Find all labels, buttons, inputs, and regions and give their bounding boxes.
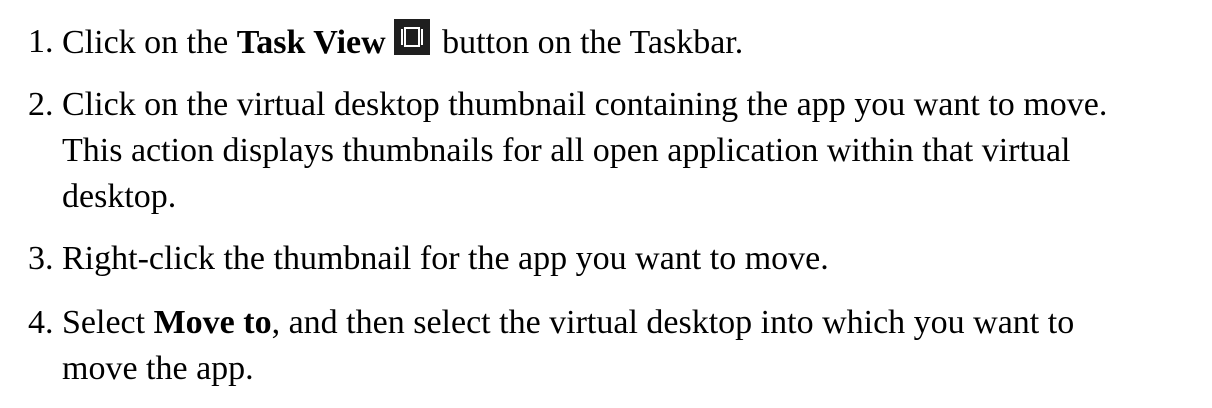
step-text: Click on the [62,24,237,61]
step-text-line: Right-click the thumbnail for the app yo… [62,240,829,277]
step-1-text: Click on the Task View button on the Tas… [62,19,1202,66]
step-text-line: move the app. [62,350,254,387]
task-view-icon [393,19,430,55]
step-number: 1. [28,23,54,60]
task-view-label: Task View [236,24,386,61]
step-text-line: This action displays thumbnails for all … [62,132,1071,169]
step-text: , and then select the virtual desktop in… [271,304,1075,341]
move-to-label: Move to [153,304,272,341]
step-text-line: Click on the virtual desktop thumbnail c… [62,86,1108,123]
step-number: 2. [28,86,54,123]
step-number: 3. [28,240,54,277]
step-text: button on the Taskbar. [433,24,744,61]
step-4-line-1: Select Move to, and then select the virt… [62,300,1202,346]
step-text-line: desktop. [62,178,177,215]
instruction-steps: 1. Click on the Task View button on the … [0,0,1212,408]
step-text: Select [62,304,154,341]
step-number: 4. [28,304,54,341]
